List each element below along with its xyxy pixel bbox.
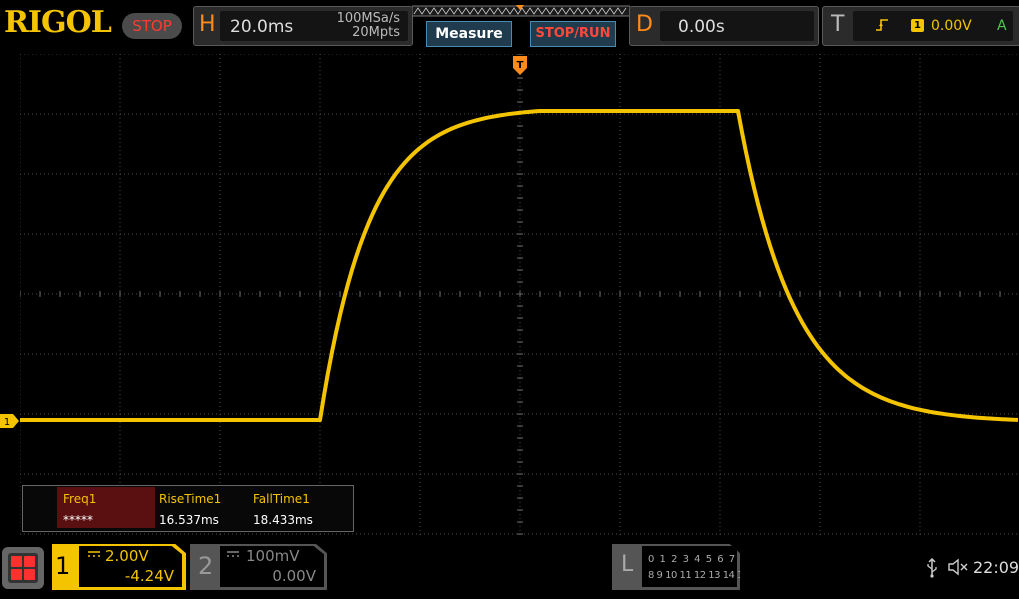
trigger-source-badge: 1 [911,19,924,32]
channel1-scale: 2.00V [105,547,149,565]
measurement-table[interactable]: Freq1 ***** RiseTime1 16.537ms FallTime1… [22,485,354,532]
logic-analyzer-panel[interactable]: L 0 1 2 3 4 5 6 7 8 9 10 11 12 13 14 15 [612,544,740,590]
trigger-mode: A [997,18,1007,34]
menu-icon [8,553,38,583]
trigger-label: T [831,12,845,37]
channel1-panel[interactable]: 1 2.00V -4.24V [52,544,186,590]
trigger-level: 0.00V [931,18,972,34]
dc-coupling-icon [226,548,240,563]
horizontal-panel[interactable]: H 20.0ms 100MSa/s 20Mpts [193,6,413,46]
measure-button[interactable]: Measure [426,21,512,47]
sample-rate: 100MSa/s [336,11,400,26]
stop-run-button[interactable]: STOP/RUN [530,21,616,47]
waveform-display[interactable] [20,54,1019,536]
delay-value: 0.00s [678,17,725,37]
measure-label-falltime: FallTime1 [253,492,310,506]
measure-value-risetime: 16.537ms [159,513,219,527]
run-status-badge[interactable]: STOP [122,13,182,39]
trigger-panel[interactable]: T 1 0.00V A [822,6,1019,46]
channel2-settings: 100mV 0.00V [220,546,324,587]
memory-depth: 20Mpts [352,25,400,40]
logic-channels: 0 1 2 3 4 5 6 7 8 9 10 11 12 13 14 15 [642,546,740,587]
channel1-marker-label: 1 [4,417,10,428]
channel2-offset: 0.00V [272,567,316,585]
channel2-number: 2 [198,552,214,580]
dc-coupling-icon [87,548,101,563]
channel1-offset-marker[interactable]: 1 [0,413,20,429]
logic-analyzer-label: L [621,552,634,577]
sound-muted-icon[interactable] [947,557,969,581]
channel2-panel[interactable]: 2 100mV 0.00V [190,544,327,590]
horizontal-label: H [199,12,216,37]
rigol-logo: RIGOL [4,5,112,40]
measure-value-freq: ***** [63,513,93,527]
measure-value-falltime: 18.433ms [253,513,313,527]
channel1-settings: 2.00V -4.24V [79,546,182,587]
horizontal-settings-box: 20.0ms 100MSa/s 20Mpts [220,11,408,41]
delay-label: D [636,12,653,37]
delay-panel[interactable]: D 0.00s [629,6,819,46]
measure-label-risetime: RiseTime1 [159,492,222,506]
usb-icon [925,557,939,583]
trigger-position-icon[interactable]: T [513,56,527,76]
delay-value-box: 0.00s [660,11,814,41]
channel2-scale: 100mV [246,547,300,565]
trigger-rising-edge-icon [875,17,889,37]
channel1-number: 1 [55,552,71,580]
main-menu-button[interactable] [2,547,44,589]
trigger-settings-box: 1 0.00V A [853,11,1013,41]
waveform-memory-strip [412,5,630,17]
logic-channels-row2: 8 9 10 11 12 13 14 15 [648,570,749,581]
svg-text:T: T [517,60,524,71]
logic-channels-row1: 0 1 2 3 4 5 6 7 [648,554,737,565]
acquisition-info: 100MSa/s 20Mpts [337,12,400,40]
timebase-value: 20.0ms [230,17,294,37]
channel1-offset: -4.24V [124,567,174,585]
system-clock: 22:09 [973,558,1019,577]
measure-label-freq: Freq1 [63,492,97,506]
